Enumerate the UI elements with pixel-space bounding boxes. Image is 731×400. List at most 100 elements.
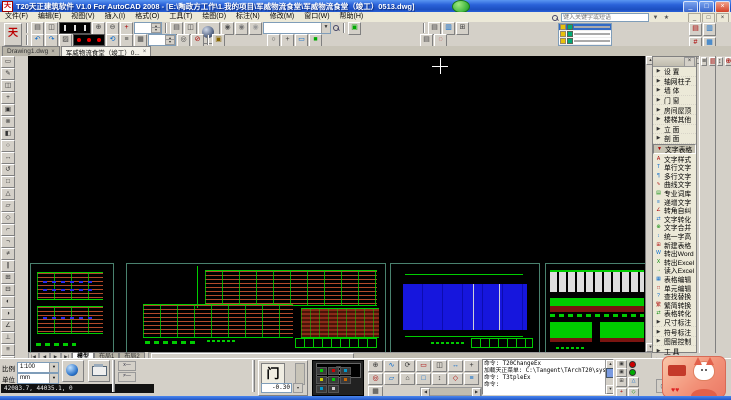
material-icon[interactable]: ◉ <box>235 22 248 35</box>
toolbar-icon[interactable] <box>343 23 345 33</box>
snap-tool-icon[interactable]: ⊕ <box>368 360 383 372</box>
command-vertical-scrollbar[interactable]: ▲ ▼ <box>605 360 613 394</box>
calculator-key[interactable] <box>316 376 327 384</box>
globe-button[interactable] <box>62 360 84 382</box>
command-window[interactable]: 命令: T20ChangeEx加载天正菜单: C:\Tangent\TArchT… <box>482 359 614 395</box>
screen-menu-item[interactable]: ▶ 工 具 <box>653 346 696 356</box>
toolbar-icon[interactable]: ○ <box>267 34 280 47</box>
toolbar-icon[interactable]: ⊕ <box>92 22 105 35</box>
snap-tool-icon[interactable]: ▭ <box>416 360 431 372</box>
screen-menu-item[interactable]: ∠ 转角自纠 <box>653 206 696 215</box>
annotation-search-combo[interactable]: ▼ <box>263 22 331 34</box>
modify-tool-icon[interactable]: ◇ <box>1 212 15 224</box>
dim-tool-button[interactable]: x— <box>118 361 136 371</box>
modify-tool-icon[interactable]: ⊥ <box>1 332 15 344</box>
screen-menu-item[interactable]: ▦ 表格编辑 <box>653 275 696 284</box>
toolbar-icon[interactable]: ⊞ <box>456 22 469 35</box>
modify-tool-icon[interactable]: ¬ <box>1 236 15 248</box>
screen-menu-item[interactable]: ▶ 楼梯其他 <box>653 115 696 125</box>
modify-tool-icon[interactable]: ↺ <box>1 164 15 176</box>
tab-close-icon[interactable]: × <box>143 49 147 55</box>
screen-menu-item[interactable]: ▶ 图层控制 <box>653 337 696 347</box>
screen-menu-item[interactable]: ▶ 房间屋顶 <box>653 105 696 115</box>
toolbar-icon[interactable]: ▥ <box>703 23 716 36</box>
screen-menu-item[interactable]: T 单行文字 <box>653 163 696 172</box>
palette-grip[interactable] <box>252 360 255 392</box>
calculator-key[interactable] <box>340 367 351 375</box>
snap-tool-icon[interactable]: ◫ <box>432 360 447 372</box>
modify-tool-icon[interactable]: ▭ <box>1 56 15 68</box>
status-light-button[interactable]: ▣ <box>616 368 627 377</box>
toolbar-icon[interactable] <box>26 35 28 45</box>
cad-tool-icon[interactable]: ⊕ <box>725 57 731 66</box>
modify-tool-icon[interactable]: ≠ <box>1 248 15 260</box>
screen-menu-item[interactable]: → 读入Excel <box>653 266 696 275</box>
modify-tool-icon[interactable]: ⊞ <box>1 272 15 284</box>
toolbar-icon[interactable]: ▣ <box>212 34 225 47</box>
scroll-down-icon[interactable]: ▼ <box>606 385 614 394</box>
document-tab[interactable]: 军威物流食堂（竣工）0... × <box>61 46 152 56</box>
palette-grip[interactable] <box>112 360 115 392</box>
combo-dropdown-icon[interactable]: ▼ <box>321 23 330 33</box>
mini-tool-icon[interactable]: △ <box>628 377 639 387</box>
modify-tool-icon[interactable]: ◧ <box>1 128 15 140</box>
screen-menu-item[interactable]: ⊞ 新建表格 <box>653 240 696 249</box>
dropdown-icon[interactable]: ▼ <box>49 363 58 372</box>
calculator-key[interactable] <box>316 367 327 375</box>
modify-tool-icon[interactable]: ○ <box>1 140 15 152</box>
snap-tool-icon[interactable]: ◎ <box>368 373 383 385</box>
search-input[interactable] <box>561 13 649 22</box>
screen-menu-item[interactable]: □ 单元编辑 <box>653 283 696 292</box>
elevation-input[interactable]: -0.30 <box>261 383 292 393</box>
spin-down-icon[interactable]: ▾ <box>151 27 161 33</box>
menu-item[interactable]: 绘图(D) <box>197 12 231 22</box>
menu-item[interactable]: 视图(V) <box>66 12 99 22</box>
menu-item[interactable]: 格式(O) <box>130 12 164 22</box>
calculator-key[interactable] <box>328 367 339 375</box>
screen-menu-item[interactable]: ▤ 专业词库 <box>653 189 696 198</box>
screen-menu-item[interactable]: ▶ 剖 面 <box>653 134 696 144</box>
toolbar-icon[interactable]: ⟲ <box>106 34 119 47</box>
screen-menu-item[interactable]: ▶ 符号标注 <box>653 327 696 337</box>
screen-menu-item[interactable]: ¶ 多行文字 <box>653 172 696 181</box>
toolbar-icon[interactable]: ■ <box>309 34 322 47</box>
modify-tool-icon[interactable]: ▣ <box>1 104 15 116</box>
modify-tool-icon[interactable]: ◫ <box>1 80 15 92</box>
modify-tool-icon[interactable]: ↔ <box>1 152 15 164</box>
desktop-mascot[interactable]: ♥♥ <box>662 356 726 398</box>
scrollbar-thumb[interactable] <box>606 368 614 378</box>
layer-quick-list[interactable] <box>558 23 612 46</box>
modify-tool-icon[interactable]: ∠ <box>1 320 15 332</box>
menu-item[interactable]: 窗口(W) <box>299 12 334 22</box>
dim-tool-button[interactable]: ≠— <box>118 372 136 382</box>
modify-tool-icon[interactable]: ∥ <box>1 260 15 272</box>
spin-down-icon[interactable]: ▾ <box>165 39 175 45</box>
toolbar-icon[interactable]: ◎ <box>177 34 190 47</box>
layer-row[interactable] <box>559 24 611 31</box>
snap-tool-icon[interactable]: □ <box>416 373 431 385</box>
calculator-key[interactable] <box>328 385 339 393</box>
toolbar-icon[interactable]: ▭ <box>295 34 308 47</box>
toolbar-icon[interactable]: ▦ <box>134 34 147 47</box>
toolbar-icon[interactable] <box>207 35 209 45</box>
mini-tool-icon[interactable]: ⊞ <box>616 377 627 387</box>
cad-tool-icon[interactable]: ↕ <box>717 57 723 66</box>
snap-tool-icon[interactable]: ⟳ <box>400 360 415 372</box>
toolbar-icon[interactable]: ▨ <box>59 34 72 47</box>
screen-menu-item[interactable]: ▶ 墙 体 <box>653 86 696 96</box>
screen-menu-item[interactable]: ≡ 递增文字 <box>653 197 696 206</box>
calculator-key[interactable] <box>340 376 351 384</box>
modify-tool-icon[interactable]: ◑ <box>1 308 15 320</box>
calculator-key[interactable] <box>328 376 339 384</box>
windows-taskbar-edge[interactable] <box>0 396 731 400</box>
modify-tool-icon[interactable]: ⊗ <box>1 116 15 128</box>
screen-menu-item[interactable]: ? 查找替换 <box>653 292 696 301</box>
screen-menu-item[interactable]: ⇄ 表格转化 <box>653 309 696 318</box>
screen-menu-item[interactable]: X 转出Excel <box>653 257 696 266</box>
door-tool-button[interactable]: 门 <box>261 363 285 385</box>
floor-spinner[interactable]: ▴ ▾ <box>134 22 162 34</box>
modify-tool-icon[interactable]: + <box>1 92 15 104</box>
toolbar-icon[interactable] <box>26 23 28 33</box>
toolbar-icon[interactable] <box>423 23 425 33</box>
snap-tool-icon[interactable]: ▱ <box>384 373 399 385</box>
